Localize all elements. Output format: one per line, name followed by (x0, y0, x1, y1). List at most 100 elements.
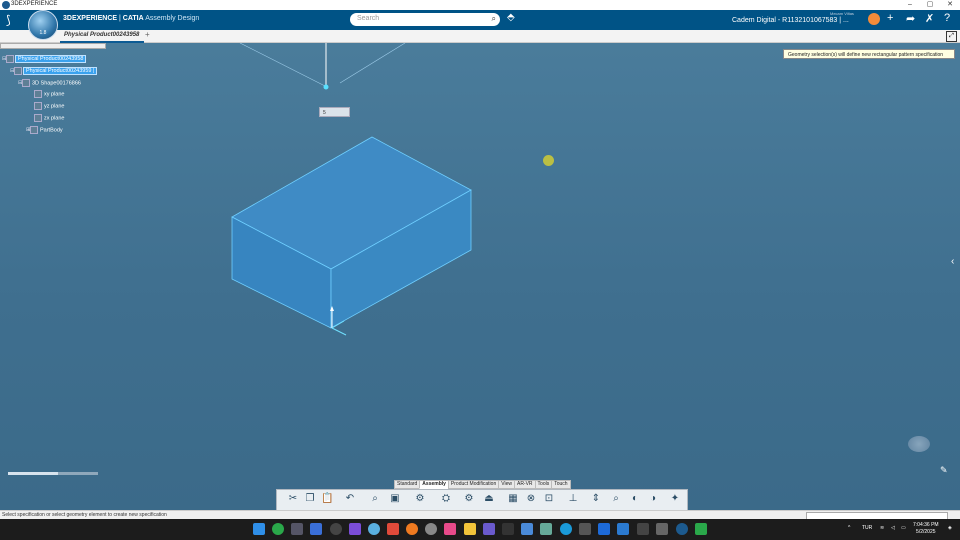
tree-child[interactable]: ⊟ Physical Product00243959 | (10, 67, 98, 76)
3d-scene[interactable] (0, 42, 960, 511)
volume-icon[interactable]: ◁ (891, 525, 895, 531)
share-icon[interactable]: ➦ (906, 12, 915, 25)
firefox-icon[interactable] (406, 523, 418, 535)
app-icon[interactable] (540, 523, 552, 535)
ds-logo-icon[interactable]: ⟆ (6, 13, 11, 27)
tree-body-label[interactable]: PartBody (40, 127, 63, 133)
tree-shape[interactable]: ⊟ 3D Shape00176866 (18, 79, 81, 87)
battery-icon[interactable]: ▭ (901, 525, 906, 531)
app-icon[interactable] (483, 523, 495, 535)
notifications-icon[interactable]: ◈ (948, 525, 952, 531)
compass-widget[interactable]: 1.8 (28, 10, 58, 40)
app-icon[interactable] (656, 523, 668, 535)
app-icon[interactable] (330, 523, 342, 535)
tree-child-label[interactable]: Physical Product00243959 | (22, 67, 98, 76)
robot-origin[interactable] (323, 84, 329, 90)
pencil-icon[interactable]: ✎ (940, 465, 948, 476)
user-collab-space[interactable]: Cadem Digital - R1132101067583 | ... (732, 17, 849, 24)
plus-icon[interactable]: + (887, 12, 893, 24)
tree-plane[interactable]: yz plane (34, 102, 65, 110)
view-icon[interactable]: ▣ (389, 493, 401, 505)
tree-root[interactable]: ⊟ Physical Product00243958 (2, 55, 87, 64)
cut-icon[interactable]: ✂ (287, 493, 299, 505)
whatsapp-icon[interactable] (272, 523, 284, 535)
align-icon[interactable]: ⇕ (590, 493, 602, 505)
tray-chevron-icon[interactable]: ^ (848, 525, 850, 531)
paste-icon[interactable]: 📋 (321, 493, 333, 505)
search-part-icon[interactable]: ⌕ (610, 493, 622, 505)
explorer-icon[interactable] (291, 523, 303, 535)
tree-body[interactable]: ⊞ PartBody (26, 126, 63, 134)
copy-icon[interactable]: ❐ (304, 493, 316, 505)
undo-icon[interactable]: ↶ (344, 493, 356, 505)
instance-count-spinner[interactable]: 5 (319, 107, 350, 117)
app-icon[interactable] (349, 523, 361, 535)
tree-plane[interactable]: zx plane (34, 114, 65, 122)
action-bar: ✂ ❐ 📋 ↶ ⌕ ▣ ⚙ ⛭ ⚙ ⏏ ▦ ⊗ ⊡ ⊥ ⇕ ⌕ ◐ ◑ ✦ (276, 489, 688, 511)
clock[interactable]: 7:04:36 PM 5/2/2025 (913, 522, 939, 536)
app-icon[interactable] (617, 523, 629, 535)
app-icon[interactable] (368, 523, 380, 535)
publish-icon[interactable]: ◐ (629, 493, 641, 505)
app-icon[interactable] (521, 523, 533, 535)
compass-icon[interactable]: ⊥ (567, 493, 579, 505)
tab-product-modification[interactable]: Product Modification (447, 480, 500, 489)
wifi-icon[interactable]: ≋ (880, 525, 884, 531)
product-icon (14, 67, 22, 75)
app-icon[interactable] (695, 523, 707, 535)
maximize-button[interactable]: ▢ (920, 0, 940, 10)
search-icon[interactable] (502, 523, 514, 535)
expand-icon[interactable]: ⤢ (946, 31, 957, 42)
terminal-icon[interactable] (637, 523, 649, 535)
settings-icon[interactable] (425, 523, 437, 535)
folder-icon[interactable] (464, 523, 476, 535)
app-icon[interactable] (310, 523, 322, 535)
fix-icon[interactable]: ⏏ (483, 493, 495, 505)
tree-plane-label[interactable]: yz plane (44, 103, 65, 109)
tab-tools[interactable]: Tools (534, 480, 553, 489)
3d-viewport[interactable] (0, 42, 960, 511)
mechanism-icon[interactable]: ⚙ (463, 493, 475, 505)
close-button[interactable]: ✕ (940, 0, 960, 10)
robot-icon[interactable] (908, 436, 930, 452)
add-tab-button[interactable]: + (145, 30, 150, 39)
tree-plane-label[interactable]: xy plane (44, 91, 65, 97)
constraint-icon[interactable]: ⊗ (525, 493, 537, 505)
assembly-icon[interactable]: ⛭ (440, 493, 452, 505)
pattern-icon[interactable]: ▦ (507, 493, 519, 505)
language-indicator[interactable]: TUR (862, 525, 872, 531)
tab-physical-product[interactable]: Physical Product00243958 (60, 30, 144, 43)
zoom-slider[interactable] (8, 472, 98, 475)
robot-tool-icon[interactable]: ✦ (669, 493, 681, 505)
tree-root-label[interactable]: Physical Product00243958 (14, 55, 87, 64)
tab-view[interactable]: View (498, 480, 515, 489)
app-icon[interactable] (387, 523, 399, 535)
tools-icon[interactable]: ✗ (925, 12, 934, 25)
tab-standard[interactable]: Standard (394, 480, 421, 489)
app-icon[interactable] (444, 523, 456, 535)
search-input[interactable]: Search (357, 15, 379, 22)
app-icon[interactable] (579, 523, 591, 535)
chevron-left-icon[interactable]: ‹ (951, 256, 954, 267)
tree-shape-label[interactable]: 3D Shape00176866 (32, 80, 81, 86)
tree-plane-label[interactable]: zx plane (44, 115, 65, 121)
avatar[interactable] (868, 13, 880, 25)
tree-plane[interactable]: xy plane (34, 90, 65, 98)
help-icon[interactable]: ? (944, 12, 950, 24)
outlook-icon[interactable] (598, 523, 610, 535)
settings-icon[interactable]: ⚙ (414, 493, 426, 505)
search-box[interactable]: Search ⌕ (350, 13, 500, 26)
3dexperience-icon[interactable] (676, 523, 688, 535)
tab-assembly[interactable]: Assembly (419, 480, 449, 489)
tab-ar-vr[interactable]: AR-VR (513, 480, 536, 489)
spinner-value[interactable]: 5 (323, 110, 326, 116)
measure-icon[interactable]: ⊡ (543, 493, 555, 505)
tag-icon[interactable]: ⬘ (507, 12, 515, 23)
tab-touch[interactable]: Touch (551, 480, 571, 489)
zoom-icon[interactable]: ⌕ (369, 493, 381, 505)
start-icon[interactable] (253, 523, 265, 535)
minimize-button[interactable]: – (900, 0, 920, 10)
edge-icon[interactable] (560, 523, 572, 535)
search-icon[interactable]: ⌕ (492, 14, 496, 24)
options-icon[interactable]: ◑ (647, 493, 659, 505)
